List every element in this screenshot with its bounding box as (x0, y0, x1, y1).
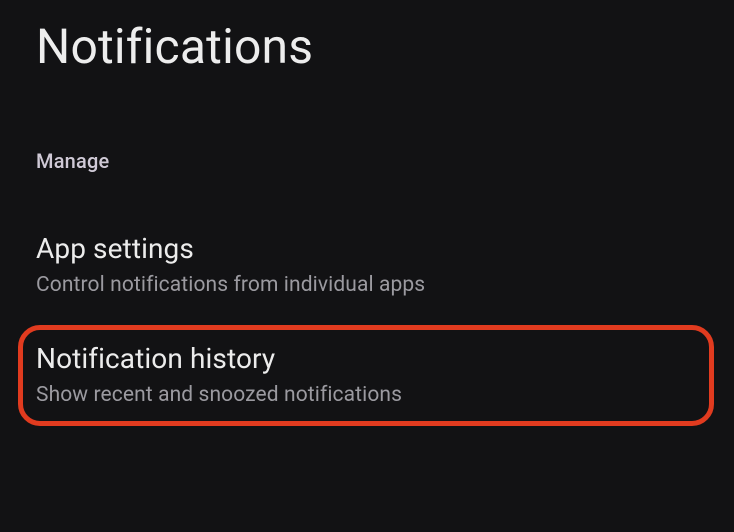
settings-item-notification-history[interactable]: Notification history Show recent and sno… (0, 341, 734, 409)
item-subtitle-notification-history: Show recent and snoozed notifications (36, 382, 698, 409)
item-title-notification-history: Notification history (36, 341, 698, 376)
item-title-app-settings: App settings (36, 231, 698, 266)
section-header-manage: Manage (0, 75, 734, 173)
item-subtitle-app-settings: Control notifications from individual ap… (36, 272, 698, 299)
page-title: Notifications (0, 0, 734, 75)
settings-item-app-settings[interactable]: App settings Control notifications from … (0, 231, 734, 299)
